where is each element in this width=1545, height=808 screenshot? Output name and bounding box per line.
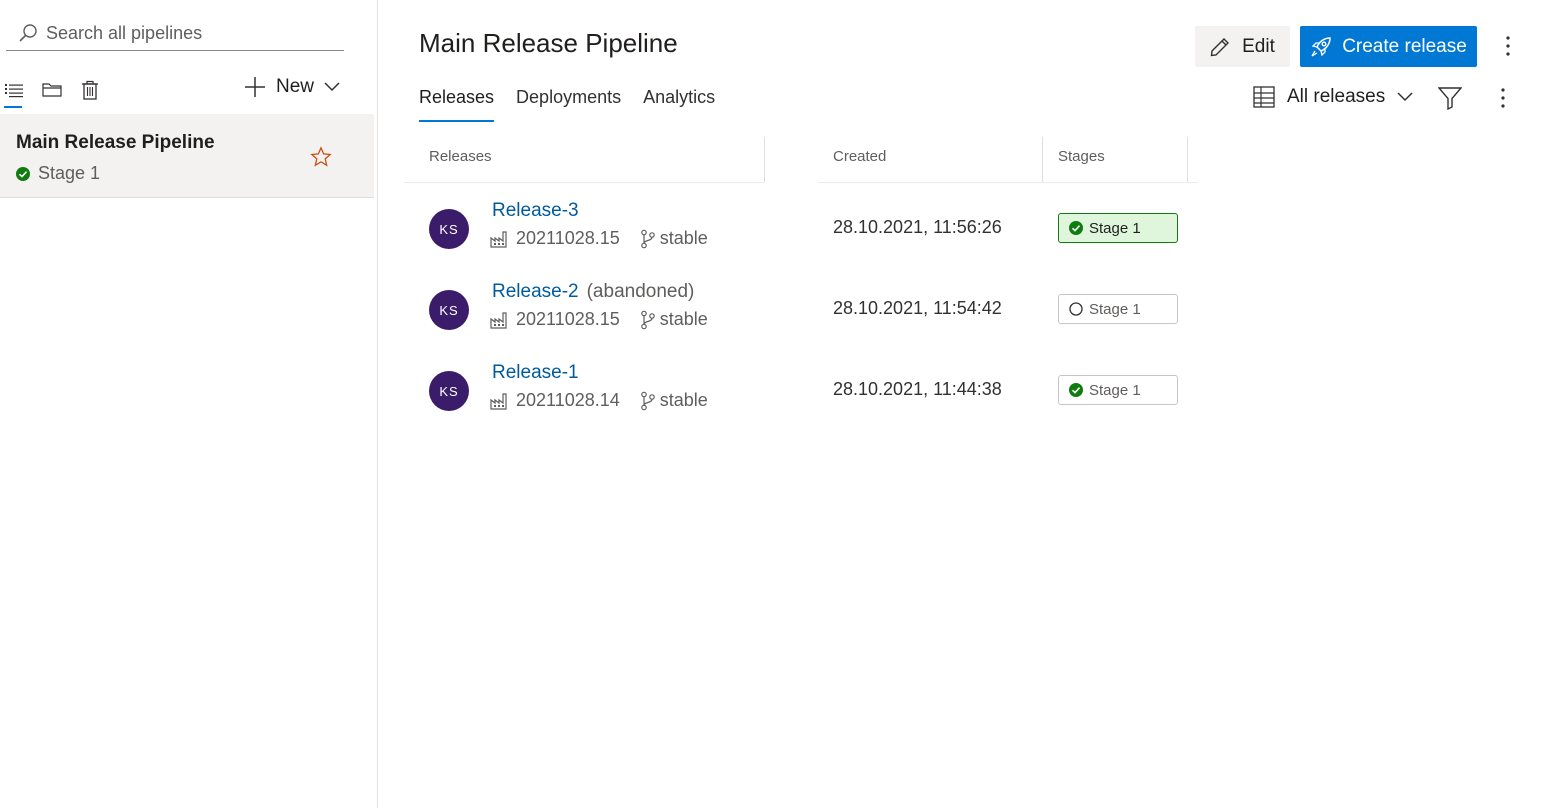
table-icon bbox=[1253, 86, 1275, 108]
build-factory-icon bbox=[490, 392, 507, 410]
stage-label: Stage 1 bbox=[1089, 219, 1141, 237]
release-meta: 20211028.15 stable bbox=[490, 309, 708, 330]
branch-icon bbox=[640, 391, 655, 410]
tab-analytics[interactable]: Analytics bbox=[643, 87, 715, 122]
created-date: 28.10.2021, 11:56:26 bbox=[833, 217, 1002, 237]
release-meta: 20211028.14 stable bbox=[490, 390, 708, 411]
pipeline-stage-label: Stage 1 bbox=[38, 163, 101, 183]
filter-icon[interactable] bbox=[1437, 86, 1463, 115]
branch-info: stable bbox=[640, 228, 708, 249]
created-date: 28.10.2021, 11:54:42 bbox=[833, 298, 1002, 318]
success-check-icon bbox=[1069, 221, 1083, 235]
release-link[interactable]: Release-1 bbox=[492, 362, 587, 384]
search-icon bbox=[19, 24, 37, 42]
branch-info: stable bbox=[640, 390, 708, 411]
stage-chip[interactable]: Stage 1 bbox=[1058, 375, 1178, 405]
stage-label: Stage 1 bbox=[1089, 381, 1141, 399]
build-number: 20211028.15 bbox=[516, 309, 620, 329]
branch-icon bbox=[640, 229, 655, 248]
release-name: Release-1 bbox=[492, 362, 579, 383]
release-suffix: (abandoned) bbox=[586, 281, 695, 302]
more-options-icon[interactable] bbox=[1493, 86, 1513, 115]
build-factory-icon bbox=[490, 230, 507, 248]
create-release-label: Create release bbox=[1342, 35, 1467, 57]
stage-chip[interactable]: Stage 1 bbox=[1058, 294, 1178, 324]
table-row[interactable]: KS Release-3 20211028.15 stable 28.10.20… bbox=[419, 198, 1199, 279]
build-info: 20211028.15 bbox=[490, 228, 620, 249]
pipelines-sidebar: New Main Release Pipeline Stage 1 bbox=[0, 0, 378, 808]
tab-deployments[interactable]: Deployments bbox=[516, 87, 621, 122]
list-view-icon[interactable] bbox=[4, 78, 24, 108]
plus-icon bbox=[245, 77, 265, 97]
tab-releases[interactable]: Releases bbox=[419, 87, 495, 122]
build-info: 20211028.14 bbox=[490, 390, 620, 411]
build-number: 20211028.14 bbox=[516, 390, 620, 410]
chevron-down-icon bbox=[324, 82, 340, 92]
view-switcher bbox=[4, 78, 100, 108]
build-number: 20211028.15 bbox=[516, 228, 620, 248]
trash-icon[interactable] bbox=[80, 78, 100, 102]
folder-view-icon[interactable] bbox=[42, 78, 62, 102]
pivot-tabs: Releases Deployments Analytics bbox=[419, 87, 715, 122]
column-header-stages[interactable]: Stages bbox=[1058, 148, 1105, 165]
column-header-releases[interactable]: Releases bbox=[429, 148, 492, 165]
avatar: KS bbox=[429, 371, 469, 411]
header-divider bbox=[404, 182, 1198, 183]
chevron-down-icon bbox=[1397, 92, 1413, 102]
release-link[interactable]: Release-3 bbox=[492, 200, 587, 222]
view-selector[interactable]: All releases bbox=[1253, 86, 1413, 108]
branch-info: stable bbox=[640, 309, 708, 330]
pipeline-title: Main Release Pipeline bbox=[16, 132, 215, 153]
rocket-icon bbox=[1311, 36, 1331, 57]
view-selector-label: All releases bbox=[1287, 86, 1386, 107]
branch-name: stable bbox=[659, 309, 708, 329]
page-title: Main Release Pipeline bbox=[419, 28, 678, 58]
create-release-button[interactable]: Create release bbox=[1300, 26, 1477, 67]
pipeline-list-item[interactable]: Main Release Pipeline Stage 1 bbox=[0, 114, 374, 198]
more-actions-icon[interactable] bbox=[1498, 32, 1518, 65]
column-header-created[interactable]: Created bbox=[833, 148, 886, 165]
new-button-label: New bbox=[276, 76, 315, 97]
edit-button-label: Edit bbox=[1242, 35, 1275, 57]
avatar: KS bbox=[429, 290, 469, 330]
pipeline-stage-status: Stage 1 bbox=[16, 163, 100, 184]
search-input[interactable] bbox=[46, 22, 326, 44]
pencil-icon bbox=[1210, 37, 1230, 56]
build-factory-icon bbox=[490, 311, 507, 329]
created-date: 28.10.2021, 11:44:38 bbox=[833, 379, 1002, 399]
release-link[interactable]: Release-2 (abandoned) bbox=[492, 281, 694, 303]
edit-button[interactable]: Edit bbox=[1195, 26, 1290, 67]
release-name: Release-2 bbox=[492, 281, 579, 302]
stage-chip[interactable]: Stage 1 bbox=[1058, 213, 1178, 243]
column-separator bbox=[1187, 137, 1188, 182]
column-separator bbox=[764, 137, 765, 182]
search-box[interactable] bbox=[6, 16, 344, 51]
release-meta: 20211028.15 stable bbox=[490, 228, 708, 249]
table-row[interactable]: KS Release-2 (abandoned) 20211028.15 stab… bbox=[419, 279, 1199, 360]
build-info: 20211028.15 bbox=[490, 309, 620, 330]
table-row[interactable]: KS Release-1 20211028.14 stable 28.10.20… bbox=[419, 360, 1199, 441]
branch-name: stable bbox=[659, 390, 708, 410]
branch-name: stable bbox=[659, 228, 708, 248]
favorite-star-icon[interactable] bbox=[310, 146, 332, 173]
avatar: KS bbox=[429, 209, 469, 249]
success-check-icon bbox=[16, 166, 30, 181]
not-deployed-circle-icon bbox=[1069, 302, 1083, 316]
column-separator bbox=[1042, 137, 1043, 182]
release-name: Release-3 bbox=[492, 200, 579, 221]
success-check-icon bbox=[1069, 383, 1083, 397]
stage-label: Stage 1 bbox=[1089, 300, 1141, 318]
branch-icon bbox=[640, 310, 655, 329]
new-button[interactable]: New bbox=[244, 76, 340, 98]
